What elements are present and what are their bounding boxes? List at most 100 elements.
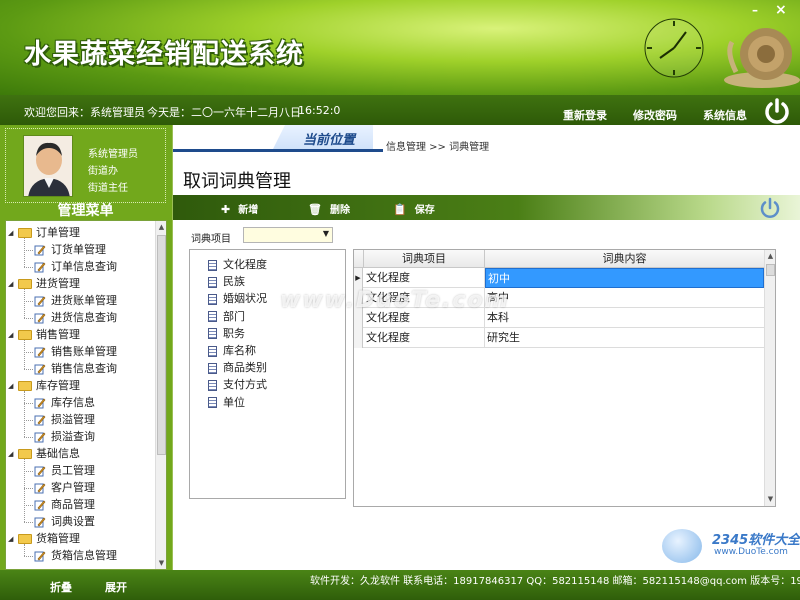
tree-connector <box>24 420 33 421</box>
grid-scrollbar[interactable]: ▲ ▼ <box>764 250 775 506</box>
document-icon <box>208 362 217 374</box>
grid-col-item[interactable]: 词典项目 <box>364 250 485 268</box>
cell-item[interactable]: 文化程度 <box>364 268 485 288</box>
collapse-icon[interactable]: ◢ <box>8 446 18 463</box>
scroll-down-icon[interactable]: ▼ <box>765 493 775 505</box>
menu-item[interactable]: 销售信息查询 <box>34 360 117 377</box>
edit-icon <box>34 313 46 324</box>
cell-content[interactable]: 研究生 <box>485 328 764 348</box>
menu-group[interactable]: ◢ 基础信息 <box>8 445 80 462</box>
breadcrumb-label-tab: 当前位置 <box>273 125 373 149</box>
tree-connector <box>24 250 33 251</box>
menu-item-label: 损溢管理 <box>51 413 95 426</box>
grid-col-content[interactable]: 词典内容 <box>485 250 764 268</box>
dict-list-item-label: 库名称 <box>223 344 256 357</box>
menu-item-label: 库存信息 <box>51 396 95 409</box>
expand-button[interactable]: 展开 <box>105 579 127 595</box>
menu-item-label: 销售账单管理 <box>51 345 117 358</box>
dict-list-item[interactable]: 民族 <box>208 273 245 290</box>
menu-group-label: 库存管理 <box>36 379 80 392</box>
dict-list-item[interactable]: 商品类别 <box>208 359 267 376</box>
save-button[interactable]: 📋 保存 <box>393 201 435 216</box>
dict-list-item[interactable]: 单位 <box>208 394 245 411</box>
menu-group[interactable]: ◢ 库存管理 <box>8 377 80 394</box>
power-icon[interactable] <box>758 196 782 220</box>
menu-item[interactable]: 货箱信息管理 <box>34 547 117 564</box>
tree-connector <box>24 289 25 318</box>
menu-item-label: 损溢查询 <box>51 430 95 443</box>
menu-item[interactable]: 客户管理 <box>34 479 95 496</box>
minimize-button[interactable]: – <box>752 4 764 17</box>
menu-group[interactable]: ◢ 销售管理 <box>8 326 80 343</box>
folder-icon <box>18 330 32 340</box>
menu-item[interactable]: 订货单管理 <box>34 241 106 258</box>
menu-item[interactable]: 进货账单管理 <box>34 292 117 309</box>
cell-content[interactable]: 初中 <box>485 268 764 288</box>
collapse-button[interactable]: 折叠 <box>50 579 72 595</box>
menu-item[interactable]: 损溢管理 <box>34 411 95 428</box>
dict-list-item-label: 婚姻状况 <box>223 292 267 306</box>
clipboard-icon: 📋 <box>393 203 407 216</box>
cell-content[interactable]: 高中 <box>485 288 764 308</box>
edit-icon <box>34 398 46 409</box>
tree-connector <box>24 391 25 437</box>
tree-connector <box>24 301 33 302</box>
dict-list-item[interactable]: 文化程度 <box>208 256 267 273</box>
table-row[interactable]: 文化程度 高中 <box>354 288 764 308</box>
add-button[interactable]: ✚ 新增 <box>221 201 258 216</box>
document-icon <box>208 379 217 391</box>
menu-group[interactable]: ◢ 订单管理 <box>8 224 80 241</box>
table-row[interactable]: ▶ 文化程度 初中 <box>354 268 764 288</box>
document-icon <box>208 259 217 271</box>
menu-item[interactable]: 损溢查询 <box>34 428 95 445</box>
scroll-up-icon[interactable]: ▲ <box>765 250 775 262</box>
scrollbar-thumb[interactable] <box>157 235 166 455</box>
menu-group[interactable]: ◢ 进货管理 <box>8 275 80 292</box>
close-button[interactable]: × <box>775 3 789 17</box>
breadcrumb: 当前位置 信息管理 >> 词典管理 <box>173 125 800 153</box>
menu-item-label: 订单信息查询 <box>51 260 117 273</box>
dict-list-item[interactable]: 支付方式 <box>208 376 267 393</box>
collapse-icon[interactable]: ◢ <box>8 531 18 548</box>
menu-item[interactable]: 词典设置 <box>34 513 95 530</box>
change-password-link[interactable]: 修改密码 <box>633 107 677 123</box>
cell-content[interactable]: 本科 <box>485 308 764 328</box>
document-icon <box>208 345 217 357</box>
tree-connector <box>24 318 33 319</box>
delete-button[interactable]: 🗑 删除 <box>308 201 350 216</box>
scrollbar-thumb[interactable] <box>766 264 775 276</box>
menu-item[interactable]: 员工管理 <box>34 462 95 479</box>
menu-item[interactable]: 商品管理 <box>34 496 95 513</box>
relogin-link[interactable]: 重新登录 <box>563 107 607 123</box>
dict-list: 文化程度 民族婚姻状况部门 职务库名称商品类别 支付方式 单位 <box>189 249 346 499</box>
dict-list-item[interactable]: 婚姻状况 <box>208 290 267 307</box>
folder-icon <box>18 228 32 238</box>
menu-group[interactable]: ◢ 货箱管理 <box>8 530 80 547</box>
cell-item[interactable]: 文化程度 <box>364 328 485 348</box>
dict-project-select[interactable]: ▼ <box>243 227 333 243</box>
tree-connector <box>24 267 33 268</box>
menu-item[interactable]: 销售账单管理 <box>34 343 117 360</box>
chevron-down-icon[interactable]: ▼ <box>323 229 329 238</box>
dict-list-item[interactable]: 职务 <box>208 325 245 342</box>
power-icon[interactable] <box>762 96 792 126</box>
collapse-icon[interactable]: ◢ <box>8 276 18 293</box>
collapse-icon[interactable]: ◢ <box>8 378 18 395</box>
menu-scrollbar[interactable]: ▲ ▼ <box>155 221 166 569</box>
table-row[interactable]: 文化程度 研究生 <box>354 328 764 348</box>
dict-list-item[interactable]: 库名称 <box>208 342 256 359</box>
scroll-up-icon[interactable]: ▲ <box>156 221 166 233</box>
menu-item[interactable]: 订单信息查询 <box>34 258 117 275</box>
table-row[interactable]: 文化程度 本科 <box>354 308 764 328</box>
welcome-text: 欢迎您回来：系统管理员 <box>24 106 145 119</box>
dict-list-item[interactable]: 部门 <box>208 308 245 325</box>
scroll-down-icon[interactable]: ▼ <box>156 557 166 569</box>
profile-title: 街道主任 <box>88 183 128 194</box>
collapse-icon[interactable]: ◢ <box>8 225 18 242</box>
menu-item[interactable]: 进货信息查询 <box>34 309 117 326</box>
cell-item[interactable]: 文化程度 <box>364 308 485 328</box>
menu-item[interactable]: 库存信息 <box>34 394 95 411</box>
collapse-icon[interactable]: ◢ <box>8 327 18 344</box>
cell-item[interactable]: 文化程度 <box>364 288 485 308</box>
system-info-link[interactable]: 系统信息 <box>703 107 747 123</box>
